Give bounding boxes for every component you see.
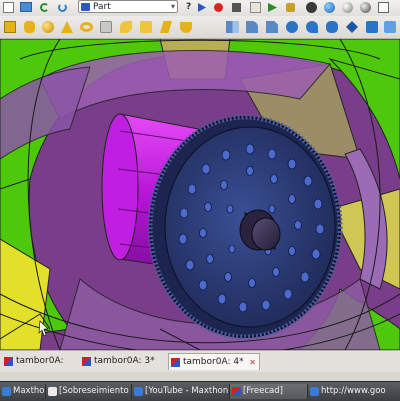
- workbench-selector[interactable]: Part ▾: [78, 0, 178, 13]
- stop-macro-icon[interactable]: [232, 3, 241, 12]
- part-cylinder-icon[interactable]: [24, 21, 35, 33]
- document-tab-1[interactable]: tambor0A: 2*: [2, 353, 76, 383]
- boolean-cut-icon[interactable]: [306, 21, 318, 33]
- part-cone-icon[interactable]: [61, 21, 73, 33]
- part-tube-icon[interactable]: [100, 21, 112, 33]
- taskbar-item-label: Maxthon: [13, 386, 45, 396]
- browser-icon: [310, 387, 319, 396]
- record-macro-icon[interactable]: [214, 3, 223, 12]
- part-torus-icon[interactable]: [80, 22, 93, 32]
- boolean-common-icon[interactable]: [346, 21, 358, 33]
- maxthon-icon: [2, 387, 11, 396]
- close-tab-icon[interactable]: ✕: [249, 354, 256, 371]
- part-sphere-icon[interactable]: [42, 21, 54, 33]
- document-tab-bar: tambor0A: 2* tambor0A: 3* tambor0A: 4* ✕: [0, 350, 400, 383]
- view-fit-icon[interactable]: [306, 2, 317, 13]
- box-selection-icon[interactable]: [342, 2, 353, 13]
- boolean-icon[interactable]: [286, 21, 298, 33]
- part-primitives-icon[interactable]: [120, 21, 132, 33]
- cross-sections-icon[interactable]: [384, 21, 396, 33]
- part-cube-icon[interactable]: [4, 21, 16, 33]
- execute-macro-icon[interactable]: [268, 3, 277, 12]
- part-mirror-icon[interactable]: [226, 21, 239, 33]
- top-toolbar: Part ▾ ?: [0, 0, 400, 17]
- part-toolbar: [0, 16, 400, 39]
- edit-macro-icon[interactable]: [250, 2, 261, 13]
- status-strip: [0, 372, 400, 380]
- part-revolve-icon[interactable]: [180, 22, 192, 33]
- undo-icon[interactable]: [40, 3, 49, 12]
- taskbar-item-google[interactable]: http://www.goo: [308, 384, 400, 399]
- browser-icon: [134, 387, 143, 396]
- open-document-icon[interactable]: [20, 2, 32, 12]
- part-extrude-icon[interactable]: [160, 21, 172, 33]
- taskbar-item-freecad[interactable]: [Freecad]: [230, 384, 308, 399]
- new-document-icon[interactable]: [3, 2, 14, 13]
- taskbar: Maxthon [Sobreseimiento - ... [YouTube -…: [0, 381, 400, 401]
- refresh-icon[interactable]: [58, 3, 67, 12]
- taskbar-item-maxthon[interactable]: Maxthon: [0, 384, 46, 399]
- document-tab-label: tambor0A: 3*: [94, 356, 155, 366]
- wireframe-icon[interactable]: [378, 2, 389, 13]
- freecad-document-icon: [82, 357, 91, 366]
- freecad-document-icon: [171, 358, 180, 367]
- document-icon: [48, 387, 57, 396]
- boolean-fuse-icon[interactable]: [326, 21, 338, 33]
- document-tab-label: tambor0A: 4*: [183, 357, 244, 367]
- part-chamfer-icon[interactable]: [266, 21, 278, 33]
- taskbar-item-label: [Freecad]: [243, 386, 283, 396]
- taskbar-item-sobreseimiento[interactable]: [Sobreseimiento - ...: [46, 384, 132, 399]
- debug-icon[interactable]: [286, 3, 295, 12]
- document-tab-2[interactable]: tambor0A: 3*: [80, 353, 158, 370]
- taskbar-item-youtube[interactable]: [YouTube - Maxthon]: [132, 384, 230, 399]
- taskbar-item-label: http://www.goo: [321, 386, 386, 396]
- shaded-icon[interactable]: [360, 2, 371, 13]
- workbench-selector-label: Part: [93, 2, 111, 12]
- part-workbench-icon: [81, 3, 90, 11]
- draw-style-icon[interactable]: [324, 2, 335, 13]
- document-tab-3[interactable]: tambor0A: 4* ✕: [168, 353, 260, 370]
- whats-this-icon[interactable]: ?: [186, 2, 196, 13]
- macro-arrow-icon[interactable]: [198, 3, 206, 12]
- part-shape-builder-icon[interactable]: [140, 21, 152, 33]
- taskbar-item-label: [YouTube - Maxthon]: [145, 386, 230, 396]
- section-icon[interactable]: [366, 21, 378, 33]
- freecad-icon: [232, 387, 241, 396]
- chevron-down-icon: ▾: [170, 2, 175, 11]
- part-fillet-icon[interactable]: [246, 21, 258, 33]
- freecad-document-icon: [4, 357, 13, 366]
- taskbar-item-label: [Sobreseimiento - ...: [59, 386, 131, 396]
- 3d-scene: [0, 39, 400, 350]
- 3d-viewport[interactable]: [0, 39, 400, 350]
